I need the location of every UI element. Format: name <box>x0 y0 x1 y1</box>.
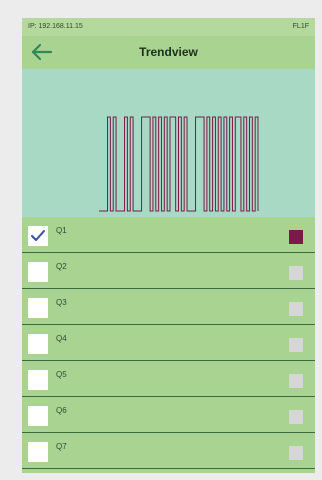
channel-row[interactable]: Q2 <box>22 253 315 289</box>
channel-color-swatch <box>289 266 303 280</box>
channel-color-swatch <box>289 374 303 388</box>
channel-label: Q5 <box>56 370 67 379</box>
channel-color-swatch <box>289 230 303 244</box>
channel-row[interactable]: Q5 <box>22 361 315 397</box>
channel-checkbox[interactable] <box>28 370 48 390</box>
channel-row[interactable]: Q3 <box>22 289 315 325</box>
channel-label: Q3 <box>56 298 67 307</box>
toolbar: Trendview <box>22 36 315 69</box>
trend-chart-svg <box>99 116 259 212</box>
status-bar: IP: 192.168.11.15 FL1F <box>22 18 315 36</box>
status-right-label: FL1F <box>292 23 309 30</box>
channel-color-swatch <box>289 338 303 352</box>
channel-checkbox[interactable] <box>28 298 48 318</box>
channel-label: Q1 <box>56 226 67 235</box>
channel-checkbox[interactable] <box>28 262 48 282</box>
channel-label: Q4 <box>56 334 67 343</box>
channel-label: Q7 <box>56 442 67 451</box>
channel-row[interactable]: Q7 <box>22 433 315 469</box>
channel-row[interactable]: Q6 <box>22 397 315 433</box>
channel-checkbox[interactable] <box>28 406 48 426</box>
check-icon <box>31 230 45 241</box>
channel-label: Q2 <box>56 262 67 271</box>
channel-color-swatch <box>289 446 303 460</box>
page-title: Trendview <box>139 45 198 59</box>
trend-chart <box>22 69 315 217</box>
channel-checkbox[interactable] <box>28 442 48 462</box>
series-line-q1 <box>99 116 259 212</box>
channel-label: Q6 <box>56 406 67 415</box>
channel-checkbox[interactable] <box>28 226 48 246</box>
channel-checkbox[interactable] <box>28 334 48 354</box>
channel-row[interactable]: Q4 <box>22 325 315 361</box>
channel-color-swatch <box>289 302 303 316</box>
trendview-screen: IP: 192.168.11.15 FL1F Trendview Q1 Q2 Q3 Q… <box>22 18 315 473</box>
channel-color-swatch <box>289 410 303 424</box>
channel-row[interactable]: Q1 <box>22 217 315 253</box>
ip-address: IP: 192.168.11.15 <box>28 23 83 30</box>
